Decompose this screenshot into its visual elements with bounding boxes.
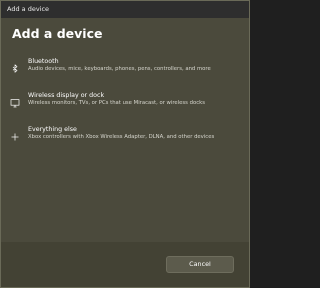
window-title: Add a device bbox=[7, 5, 50, 13]
content-area: Add a device Bluetooth Audio devices, mi… bbox=[1, 18, 249, 242]
title-bar: Add a device bbox=[1, 1, 249, 18]
bluetooth-option[interactable]: Bluetooth Audio devices, mice, keyboards… bbox=[7, 58, 243, 84]
cancel-button[interactable]: Cancel bbox=[166, 256, 234, 273]
wireless-display-option[interactable]: Wireless display or dock Wireless monito… bbox=[7, 92, 243, 118]
plus-icon bbox=[10, 127, 20, 141]
dialog-footer: Cancel bbox=[1, 242, 249, 287]
option-description-everything-else: Xbox controllers with Xbox Wireless Adap… bbox=[28, 134, 215, 140]
bluetooth-icon bbox=[10, 59, 20, 73]
option-title-wireless-display: Wireless display or dock bbox=[28, 92, 105, 99]
option-description-wireless-display: Wireless monitors, TVs, or PCs that use … bbox=[28, 100, 205, 106]
option-title-bluetooth: Bluetooth bbox=[28, 58, 59, 65]
option-title-everything-else: Everything else bbox=[28, 126, 77, 133]
dialog-heading: Add a device bbox=[12, 26, 103, 41]
monitor-icon bbox=[10, 93, 20, 108]
add-device-dialog: Add a device Add a device Bluetooth Audi… bbox=[0, 0, 250, 288]
everything-else-option[interactable]: Everything else Xbox controllers with Xb… bbox=[7, 126, 243, 152]
option-description-bluetooth: Audio devices, mice, keyboards, phones, … bbox=[28, 66, 211, 72]
